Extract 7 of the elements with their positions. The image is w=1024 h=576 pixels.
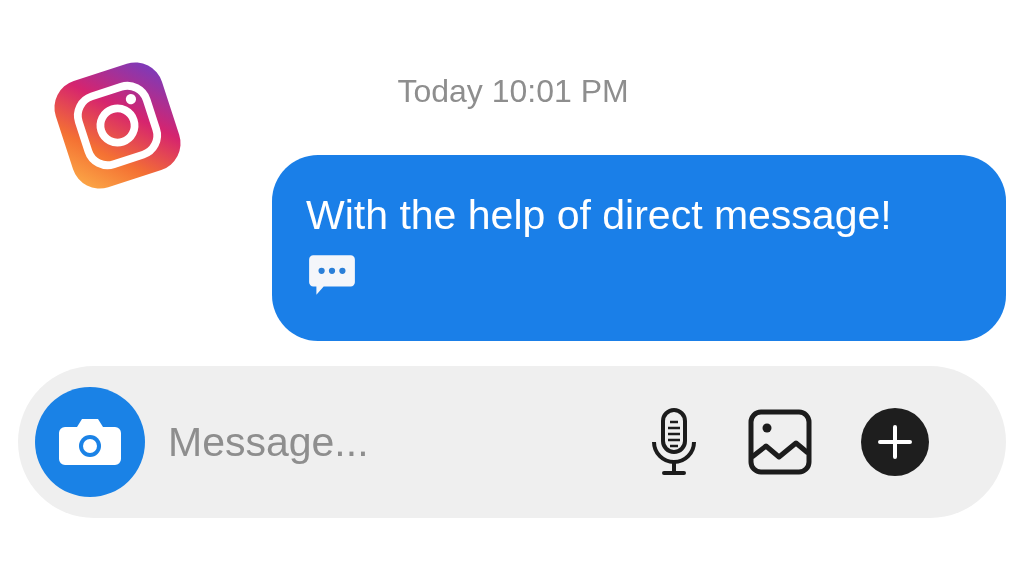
timestamp: Today 10:01 PM (397, 72, 629, 110)
gallery-button[interactable] (748, 409, 812, 475)
message-input[interactable]: Message... (168, 418, 600, 466)
add-button[interactable] (860, 407, 930, 477)
plus-icon (860, 407, 930, 477)
message-text: With the help of direct message! (306, 191, 892, 239)
image-icon (748, 409, 812, 475)
